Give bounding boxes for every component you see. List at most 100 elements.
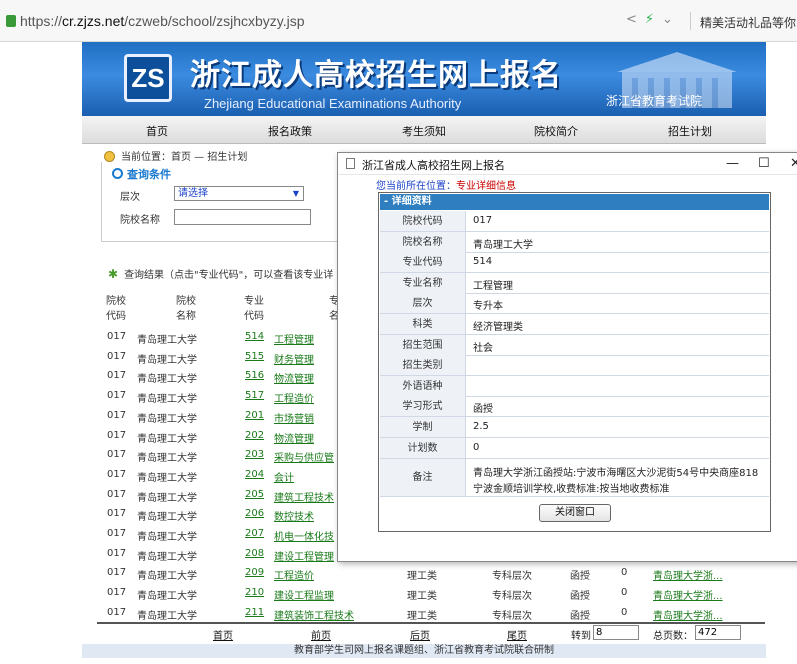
major-code-link[interactable]: 204 <box>245 469 264 480</box>
major-code-link[interactable]: 211 <box>245 607 264 618</box>
breadcrumb: 当前位置：首页 — 招生计划 <box>104 148 247 163</box>
detail-value: 017 <box>473 215 493 226</box>
pager: 首页 前页 后页 尾页 转到 总页数： <box>97 622 765 642</box>
first-page-link[interactable]: 首页 <box>213 627 233 642</box>
lightning-icon[interactable]: ⚡ <box>645 12 654 27</box>
search-icon <box>112 168 123 179</box>
nav-notice[interactable]: 考生须知 <box>402 123 446 139</box>
school-code-cell: 017 <box>107 410 127 421</box>
popup-title: 浙江省成人高校招生网上报名 <box>362 159 505 172</box>
level-cell: 专科层次 <box>492 591 532 602</box>
minimize-icon[interactable]: — <box>726 156 739 171</box>
detail-section-title: - 详细资料 <box>380 194 769 210</box>
nav-policy[interactable]: 报名政策 <box>268 123 312 139</box>
major-code-link[interactable]: 207 <box>245 528 264 539</box>
url-host: cr.zjzs.net <box>62 13 125 29</box>
school-code-cell: 017 <box>107 548 127 559</box>
table-row: 017 青岛理工大学 209 工程造价 理工类 专科层次 函授 0 青岛理大学浙... <box>97 563 765 582</box>
detail-value: 514 <box>473 256 493 267</box>
major-code-link[interactable]: 210 <box>245 587 264 598</box>
search-panel-title: 查询条件 <box>112 166 171 182</box>
major-code-link[interactable]: 202 <box>245 430 264 441</box>
school-name-cell: 青岛理工大学 <box>137 453 197 464</box>
browser-toolbar: https://cr.zjzs.net/czweb/school/zsjhcxb… <box>0 0 797 42</box>
detail-popup-window: 浙江省成人高校招生网上报名 — ☐ ✕ 您当前所在位置：专业详细信息 - 详细资… <box>337 152 797 562</box>
major-name-link[interactable]: 建设工程管理 <box>274 548 334 563</box>
major-name-link[interactable]: 机电一体化技 <box>274 528 334 543</box>
station-link[interactable]: 青岛理大学浙... <box>653 587 723 602</box>
detail-value: 经济管理类 <box>473 322 523 333</box>
level-select[interactable]: 请选择 ▼ <box>174 186 304 201</box>
detail-note-line: 宁波金顺培训学校,收费标准:按当地收费标准 <box>473 484 670 495</box>
detail-row: 专业名称 工程管理 <box>380 273 769 294</box>
ad-text[interactable]: 精美活动礼品等你 <box>700 14 796 31</box>
major-name-link[interactable]: 物流管理 <box>274 370 314 385</box>
chevron-down-icon[interactable]: ⌄ <box>662 12 673 27</box>
leaf-icon: ✱ <box>108 267 119 281</box>
school-code-cell: 017 <box>107 469 127 480</box>
major-name-link[interactable]: 建筑工程技术 <box>274 489 334 504</box>
major-name-link[interactable]: 工程造价 <box>274 567 314 582</box>
header-line: 院校 <box>106 296 126 307</box>
nav-schools[interactable]: 院校简介 <box>534 123 578 139</box>
nav-home[interactable]: 首页 <box>146 123 168 139</box>
main-nav: 首页 报名政策 考生须知 院校简介 招生计划 <box>82 116 766 144</box>
close-window-button[interactable]: 关闭窗口 <box>539 504 611 522</box>
page-footer: 教育部学生司网上报名课题组、浙江省教育考试院联合研制 <box>82 644 766 658</box>
address-bar[interactable]: https://cr.zjzs.net/czweb/school/zsjhcxb… <box>6 13 305 29</box>
maximize-icon[interactable]: ☐ <box>758 156 770 171</box>
header-school-code: 院校 代码 <box>106 294 126 324</box>
major-name-link[interactable]: 建筑装饰工程技术 <box>274 607 354 622</box>
school-name-cell: 青岛理工大学 <box>137 493 197 504</box>
school-code-cell: 017 <box>107 587 127 598</box>
major-code-link[interactable]: 201 <box>245 410 264 421</box>
major-code-link[interactable]: 206 <box>245 508 264 519</box>
major-code-link[interactable]: 515 <box>245 351 264 362</box>
close-icon[interactable]: ✕ <box>790 156 797 171</box>
detail-row: 院校代码 017 <box>380 211 769 232</box>
major-name-link[interactable]: 工程造价 <box>274 390 314 405</box>
school-name-cell: 青岛理工大学 <box>137 434 197 445</box>
detail-row: 学制 2.5 <box>380 417 769 438</box>
major-name-link[interactable]: 数控技术 <box>274 508 314 523</box>
detail-note-line: 青岛理大学浙江函授站:宁波市海曙区大沙泥街54号中央商座818 <box>473 468 759 479</box>
major-code-link[interactable]: 516 <box>245 370 264 381</box>
header-line: 专业 <box>244 296 264 307</box>
major-code-link[interactable]: 208 <box>245 548 264 559</box>
detail-key: 学制 <box>380 417 466 437</box>
location-value: 专业详细信息 <box>456 181 516 192</box>
detail-row: 招生范围 社会 <box>380 335 769 356</box>
school-name-cell: 青岛理工大学 <box>137 571 197 582</box>
table-row: 017 青岛理工大学 211 建筑装饰工程技术 理工类 专科层次 函授 0 青岛理大学浙... <box>97 603 765 622</box>
table-row: 017 青岛理工大学 210 建设工程监理 理工类 专科层次 函授 0 青岛理大学浙... <box>97 583 765 602</box>
popup-titlebar[interactable]: 浙江省成人高校招生网上报名 — ☐ ✕ <box>338 153 797 175</box>
major-name-link[interactable]: 物流管理 <box>274 430 314 445</box>
major-name-link[interactable]: 采购与供应管 <box>274 449 334 464</box>
detail-key: 计划数 <box>380 438 466 458</box>
major-code-link[interactable]: 209 <box>245 567 264 578</box>
goto-page-input[interactable] <box>593 625 639 640</box>
last-page-link[interactable]: 尾页 <box>507 627 527 642</box>
level-label: 层次 <box>120 192 140 203</box>
major-name-link[interactable]: 财务管理 <box>274 351 314 366</box>
url-path: /czweb/school/zsjhcxbyzy.jsp <box>124 13 305 29</box>
nav-plan[interactable]: 招生计划 <box>668 123 712 139</box>
prev-page-link[interactable]: 前页 <box>311 627 331 642</box>
station-link[interactable]: 青岛理大学浙... <box>653 567 723 582</box>
major-name-link[interactable]: 工程管理 <box>274 331 314 346</box>
school-name-cell: 青岛理工大学 <box>137 335 197 346</box>
next-page-link[interactable]: 后页 <box>410 627 430 642</box>
major-code-link[interactable]: 205 <box>245 489 264 500</box>
major-code-link[interactable]: 203 <box>245 449 264 460</box>
detail-value: 社会 <box>473 343 493 354</box>
url-scheme: https:// <box>20 13 63 29</box>
major-name-link[interactable]: 市场营销 <box>274 410 314 425</box>
school-name-input[interactable] <box>174 209 311 225</box>
major-name-link[interactable]: 建设工程监理 <box>274 587 334 602</box>
share-icon[interactable]: < <box>626 12 637 27</box>
major-name-link[interactable]: 会计 <box>274 469 294 484</box>
station-link[interactable]: 青岛理大学浙... <box>653 607 723 622</box>
detail-key: 学习形式 <box>380 396 466 416</box>
major-code-link[interactable]: 514 <box>245 331 264 342</box>
major-code-link[interactable]: 517 <box>245 390 264 401</box>
